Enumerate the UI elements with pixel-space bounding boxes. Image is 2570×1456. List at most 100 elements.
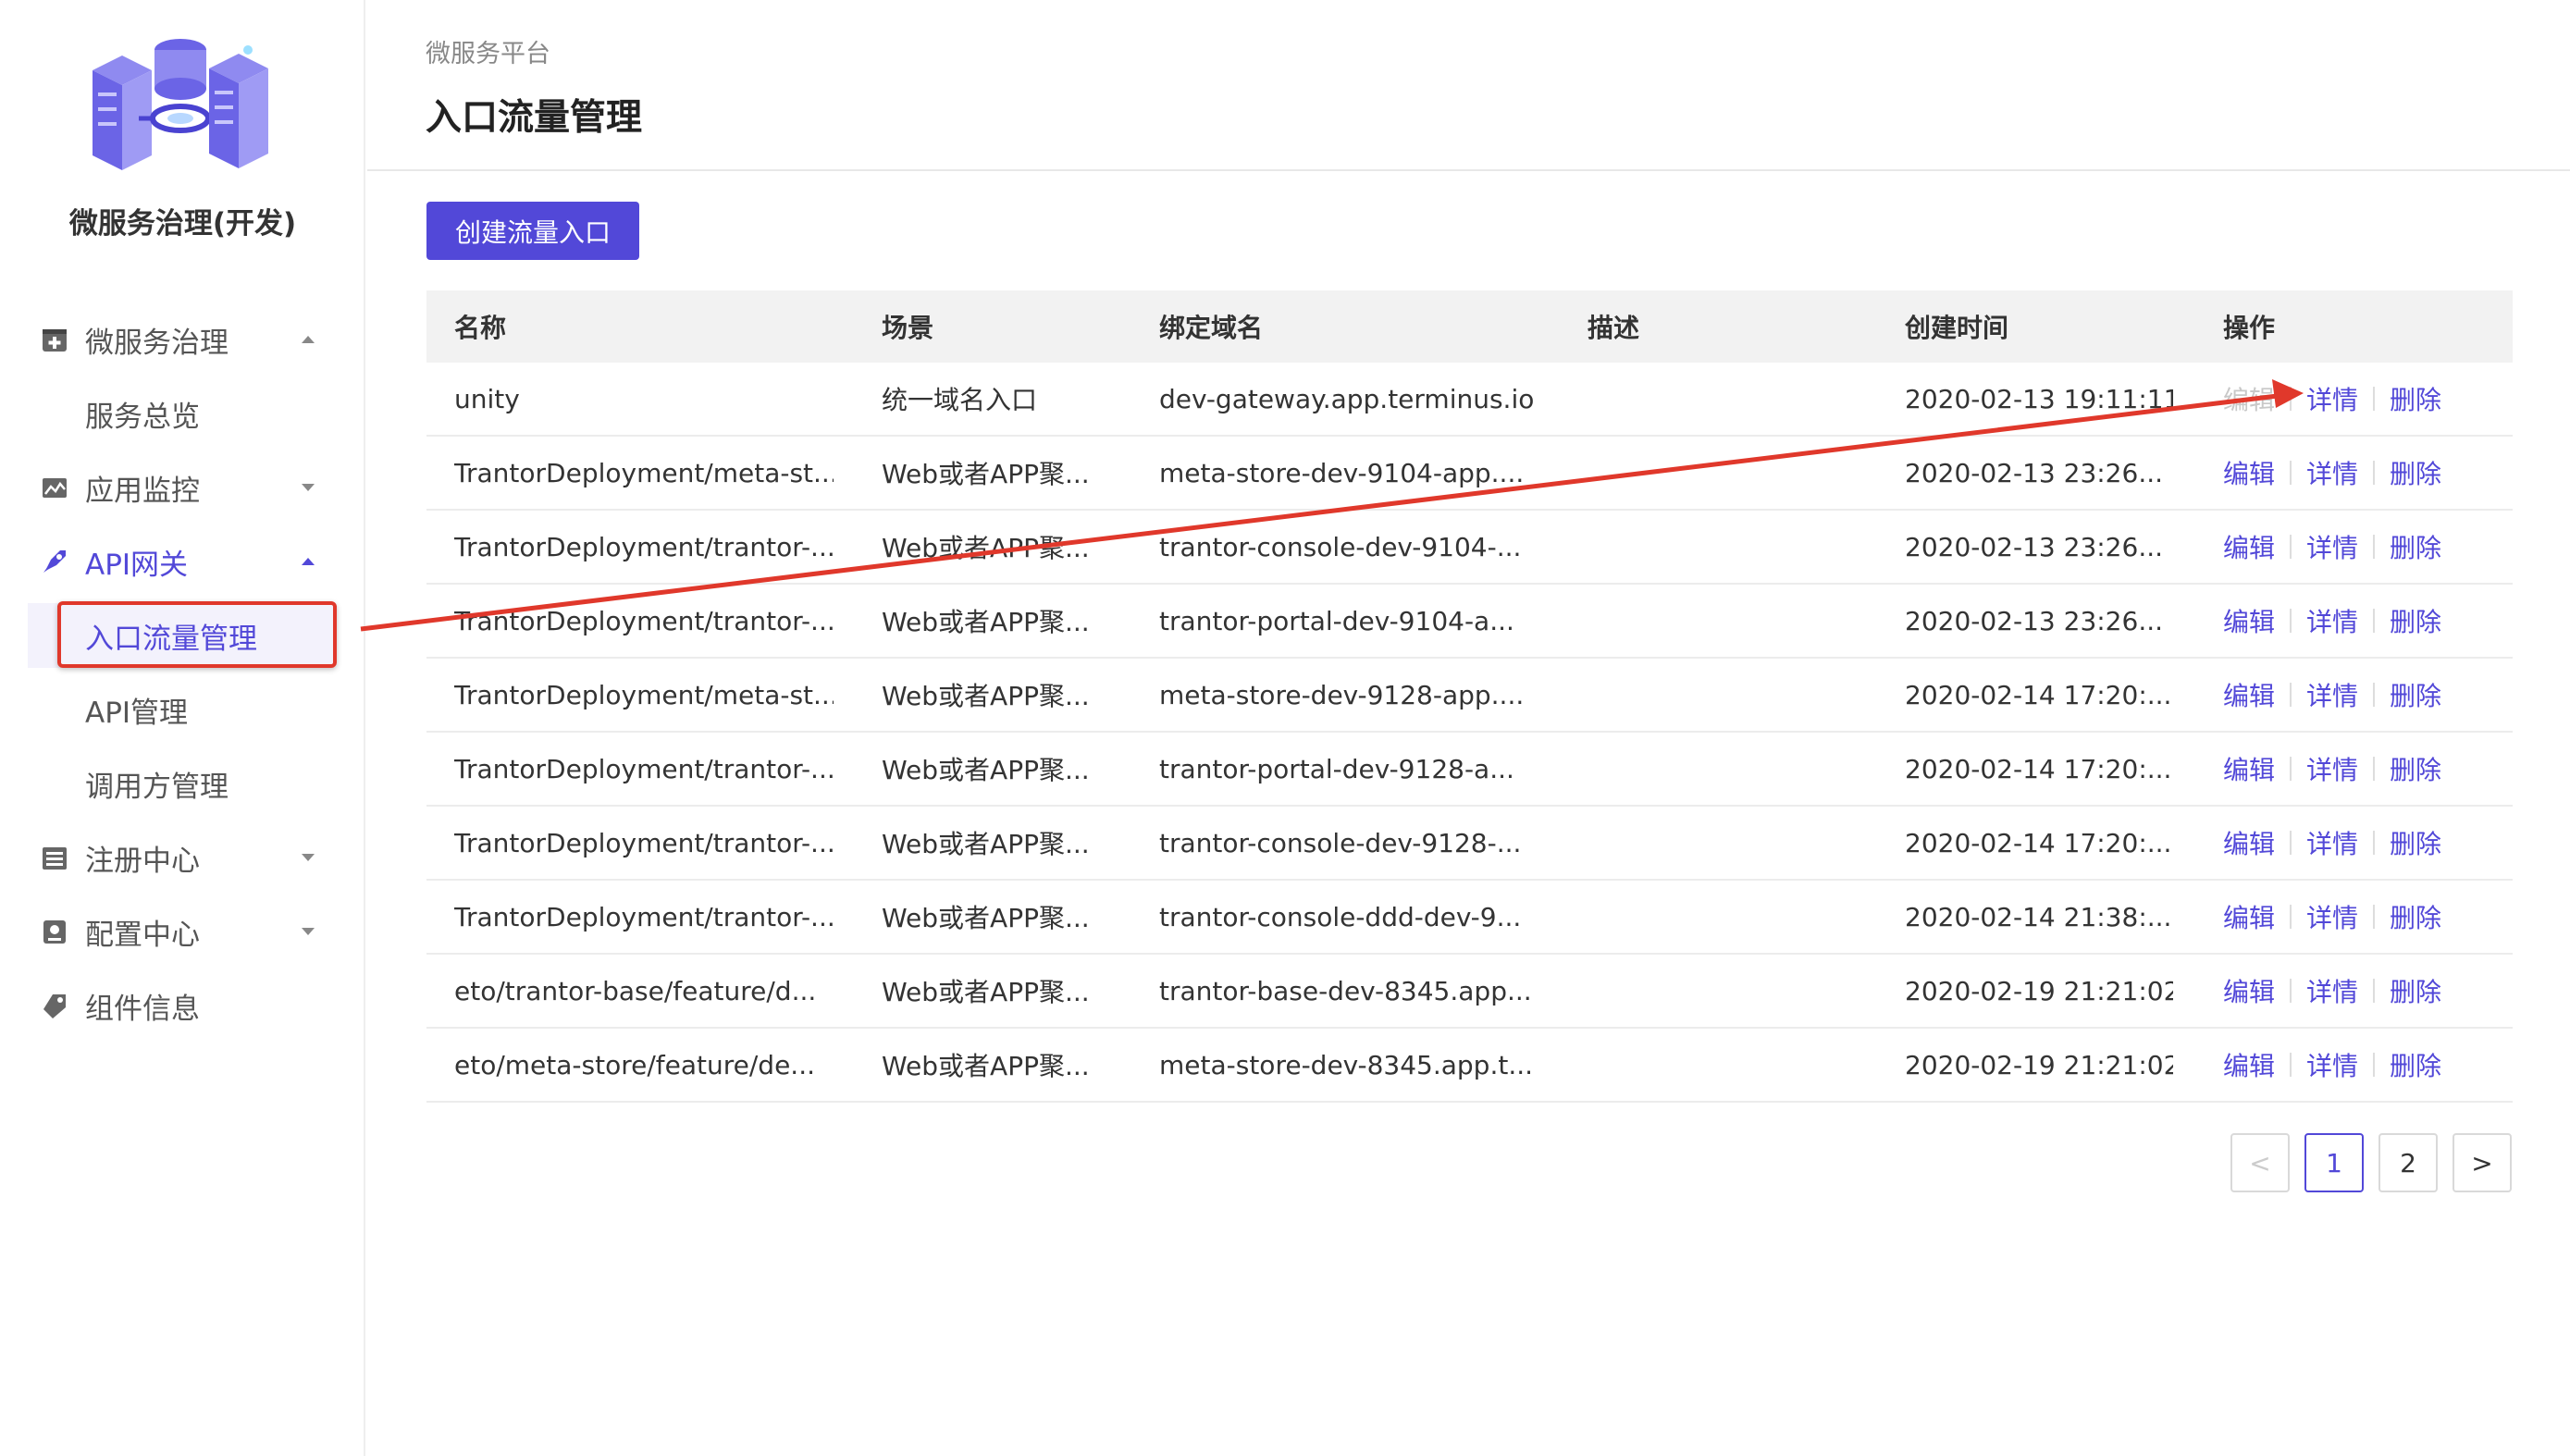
nav-item-components[interactable]: 组件信息	[0, 973, 365, 1038]
detail-link[interactable]: 详情	[2306, 528, 2358, 565]
cell-description	[1588, 363, 1828, 435]
column-header-name: 名称	[454, 313, 507, 343]
cell-scene: Web或者APP聚...	[882, 533, 1090, 563]
delete-link[interactable]: 删除	[2390, 380, 2441, 417]
cell-actions: 编辑 详情 删除	[2223, 363, 2510, 435]
table-row: TrantorDeployment/trantor-... Web或者APP聚..…	[426, 585, 2513, 659]
breadcrumb[interactable]: 微服务平台	[426, 33, 550, 69]
cell-created-time: 2020-02-13 23:26...	[1905, 605, 2164, 636]
edit-link[interactable]: 编辑	[2223, 528, 2275, 565]
cell-created-time: 2020-02-14 17:20:...	[1905, 679, 2172, 710]
detail-link[interactable]: 详情	[2306, 454, 2358, 491]
detail-link[interactable]: 详情	[2306, 824, 2358, 861]
cell-description	[1588, 881, 1828, 953]
cell-actions: 编辑 详情 删除	[2223, 955, 2510, 1027]
delete-link[interactable]: 删除	[2390, 750, 2441, 787]
delete-link[interactable]: 删除	[2390, 602, 2441, 639]
nav-item-service-overview[interactable]: 服务总览	[0, 381, 365, 446]
nav-group-registry[interactable]: 注册中心	[0, 825, 365, 890]
nav-item-api-management[interactable]: API管理	[0, 677, 365, 742]
detail-link[interactable]: 详情	[2306, 898, 2358, 935]
cell-scene: Web或者APP聚...	[882, 459, 1090, 489]
cell-actions: 编辑 详情 删除	[2223, 881, 2510, 953]
divider	[2373, 461, 2376, 485]
divider	[2373, 1053, 2376, 1077]
divider	[2290, 387, 2292, 411]
delete-link[interactable]: 删除	[2390, 1046, 2441, 1083]
nav-label: API网关	[85, 548, 189, 582]
edit-link[interactable]: 编辑	[2223, 750, 2275, 787]
cell-name: TrantorDeployment/trantor-...	[454, 605, 834, 636]
edit-link[interactable]: 编辑	[2223, 602, 2275, 639]
nav-group-microservice[interactable]: 微服务治理	[0, 307, 365, 372]
cell-domain: meta-store-dev-9104-app....	[1159, 457, 1525, 488]
delete-link[interactable]: 删除	[2390, 972, 2441, 1009]
detail-link[interactable]: 详情	[2306, 1046, 2358, 1083]
delete-link[interactable]: 删除	[2390, 676, 2441, 713]
pagination-page-1[interactable]: 1	[2304, 1133, 2364, 1192]
delete-link[interactable]: 删除	[2390, 898, 2441, 935]
edit-link[interactable]: 编辑	[2223, 676, 2275, 713]
divider	[2290, 831, 2292, 855]
cell-domain: trantor-portal-dev-9104-a...	[1159, 605, 1514, 636]
pagination-prev-button[interactable]: <	[2230, 1133, 2290, 1192]
edit-link[interactable]: 编辑	[2223, 898, 2275, 935]
cell-name: eto/trantor-base/feature/d...	[454, 975, 817, 1006]
cell-created-time: 2020-02-13 23:26...	[1905, 531, 2164, 562]
detail-link[interactable]: 详情	[2306, 602, 2358, 639]
sidebar: 微服务治理(开发) 微服务治理 服务总览 应用监控 API网关 入口流量管理 A…	[0, 0, 365, 1456]
edit-link[interactable]: 编辑	[2223, 972, 2275, 1009]
table-row: TrantorDeployment/meta-st... Web或者APP聚...…	[426, 659, 2513, 733]
create-ingress-button[interactable]: 创建流量入口	[426, 202, 639, 260]
divider	[2373, 387, 2376, 411]
cell-name: unity	[454, 383, 520, 414]
cell-actions: 编辑 详情 删除	[2223, 733, 2510, 805]
rocket-icon	[39, 546, 70, 577]
edit-link[interactable]: 编辑	[2223, 454, 2275, 491]
delete-link[interactable]: 删除	[2390, 824, 2441, 861]
nav-item-caller-management[interactable]: 调用方管理	[0, 751, 365, 816]
nav-group-config[interactable]: 配置中心	[0, 899, 365, 964]
cell-domain: trantor-base-dev-8345.app...	[1159, 975, 1532, 1006]
delete-link[interactable]: 删除	[2390, 454, 2441, 491]
detail-link[interactable]: 详情	[2306, 380, 2358, 417]
chart-image-icon	[39, 472, 70, 503]
divider	[2290, 757, 2292, 781]
table-header: 名称 场景 绑定域名 描述 创建时间 操作	[426, 290, 2513, 363]
detail-link[interactable]: 详情	[2306, 750, 2358, 787]
cell-name: TrantorDeployment/trantor-...	[454, 531, 834, 562]
table-row: eto/meta-store/feature/de... Web或者APP聚...…	[426, 1029, 2513, 1103]
edit-link[interactable]: 编辑	[2223, 380, 2275, 417]
cell-name: TrantorDeployment/trantor-...	[454, 753, 834, 784]
cell-scene: 统一域名入口	[882, 385, 1038, 415]
table-row: unity 统一域名入口 dev-gateway.app.terminus.io 20…	[426, 363, 2513, 437]
page-header: 微服务平台 入口流量管理	[367, 0, 2570, 171]
nav-item-ingress-traffic[interactable]: 入口流量管理	[28, 603, 333, 668]
column-header-description: 描述	[1588, 313, 1640, 343]
divider	[2290, 979, 2292, 1003]
column-header-scene: 场景	[882, 313, 934, 343]
nav-group-app-monitor[interactable]: 应用监控	[0, 455, 365, 520]
pagination-next-button[interactable]: >	[2453, 1133, 2512, 1192]
cell-name: TrantorDeployment/meta-st...	[454, 457, 834, 488]
cell-created-time: 2020-02-14 21:38:...	[1905, 901, 2172, 932]
edit-link[interactable]: 编辑	[2223, 824, 2275, 861]
nav-label: 微服务治理	[85, 326, 229, 360]
cell-scene: Web或者APP聚...	[882, 755, 1090, 785]
chevron-up-icon	[302, 336, 315, 343]
cell-domain: trantor-portal-dev-9128-a...	[1159, 753, 1514, 784]
pagination-page-2[interactable]: 2	[2378, 1133, 2438, 1192]
table-row: TrantorDeployment/trantor-... Web或者APP聚..…	[426, 511, 2513, 585]
detail-link[interactable]: 详情	[2306, 676, 2358, 713]
cell-description	[1588, 807, 1828, 879]
cell-description	[1588, 511, 1828, 583]
edit-link[interactable]: 编辑	[2223, 1046, 2275, 1083]
nav-label: 配置中心	[85, 918, 200, 952]
nav-group-api-gateway[interactable]: API网关	[0, 529, 365, 594]
nav-label: API管理	[85, 696, 189, 730]
cell-scene: Web或者APP聚...	[882, 829, 1090, 859]
nav-label: 服务总览	[85, 400, 200, 434]
delete-link[interactable]: 删除	[2390, 528, 2441, 565]
detail-link[interactable]: 详情	[2306, 972, 2358, 1009]
puzzle-icon	[39, 990, 70, 1021]
